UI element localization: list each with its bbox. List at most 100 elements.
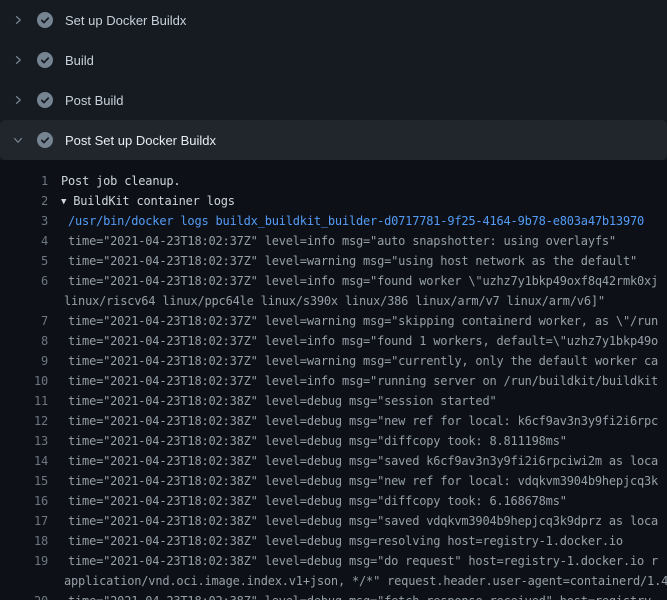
log-line-text: time="2021-04-23T18:02:38Z" level=debug … — [48, 451, 667, 471]
step-row[interactable]: Post Build — [0, 80, 667, 120]
log-line: 16 time="2021-04-23T18:02:38Z" level=deb… — [0, 491, 667, 511]
log-line-text: time="2021-04-23T18:02:37Z" level=warnin… — [48, 251, 667, 271]
log-line-number[interactable]: 1 — [0, 171, 48, 191]
log-line-number[interactable]: 13 — [0, 431, 48, 451]
log-line-text: time="2021-04-23T18:02:38Z" level=debug … — [48, 431, 667, 451]
log-line-content: time="2021-04-23T18:02:38Z" level=debug … — [68, 454, 658, 468]
log-line-text: Post job cleanup. — [48, 171, 667, 191]
log-line-text: time="2021-04-23T18:02:37Z" level=info m… — [48, 331, 667, 351]
log-line: 15 time="2021-04-23T18:02:38Z" level=deb… — [0, 471, 667, 491]
log-line: 10 time="2021-04-23T18:02:37Z" level=inf… — [0, 371, 667, 391]
log-line-number[interactable]: 4 — [0, 231, 48, 251]
log-line-number[interactable]: 20 — [0, 591, 48, 600]
log-line-number[interactable]: 7 — [0, 311, 48, 331]
step-title: Build — [65, 53, 94, 68]
log-line-content: time="2021-04-23T18:02:37Z" level=info m… — [68, 234, 616, 248]
log-line-number[interactable]: 19 — [0, 551, 48, 571]
log-line: 3 /usr/bin/docker logs buildx_buildkit_b… — [0, 211, 667, 231]
log-line-text: time="2021-04-23T18:02:38Z" level=debug … — [48, 411, 667, 431]
log-line-text: /usr/bin/docker logs buildx_buildkit_bui… — [48, 211, 667, 231]
check-circle-icon — [37, 132, 53, 148]
log-line-text: time="2021-04-23T18:02:38Z" level=debug … — [48, 531, 667, 551]
log-line-text: time="2021-04-23T18:02:37Z" level=warnin… — [48, 351, 667, 371]
log-line-content: time="2021-04-23T18:02:38Z" level=debug … — [68, 594, 658, 600]
log-line-text: time="2021-04-23T18:02:38Z" level=debug … — [48, 471, 667, 491]
log-line-text: time="2021-04-23T18:02:37Z" level=info m… — [48, 231, 667, 251]
log-line: 6 time="2021-04-23T18:02:37Z" level=info… — [0, 271, 667, 291]
log-line-number[interactable]: 6 — [0, 271, 48, 291]
check-circle-icon — [37, 12, 53, 28]
log-line: 13 time="2021-04-23T18:02:38Z" level=deb… — [0, 431, 667, 451]
log-line-number[interactable]: 2 — [0, 191, 48, 211]
log-line-text: ▼BuildKit container logs — [48, 191, 667, 211]
log-line-text: time="2021-04-23T18:02:38Z" level=debug … — [48, 391, 667, 411]
step-row[interactable]: Post Set up Docker Buildx — [0, 120, 667, 160]
log-line: 8 time="2021-04-23T18:02:37Z" level=info… — [0, 331, 667, 351]
log-line: 2 ▼BuildKit container logs — [0, 191, 667, 211]
log-line-content: time="2021-04-23T18:02:37Z" level=warnin… — [68, 254, 637, 268]
step-list: Set up Docker Buildx Build P — [0, 0, 667, 160]
actions-log-viewer: Set up Docker Buildx Build P — [0, 0, 667, 600]
step-title: Set up Docker Buildx — [65, 13, 186, 28]
log-line: 9 time="2021-04-23T18:02:37Z" level=warn… — [0, 351, 667, 371]
step-title: Post Build — [65, 93, 124, 108]
log-line-content: time="2021-04-23T18:02:37Z" level=info m… — [68, 334, 658, 348]
step-row[interactable]: Build — [0, 40, 667, 80]
log-line-content: time="2021-04-23T18:02:38Z" level=debug … — [68, 534, 623, 548]
log-line-content: time="2021-04-23T18:02:38Z" level=debug … — [68, 514, 658, 528]
log-line: 20 time="2021-04-23T18:02:38Z" level=deb… — [0, 591, 667, 600]
log-line: application/vnd.oci.image.index.v1+json,… — [0, 571, 667, 591]
log-area: 1 Post job cleanup. 2 ▼BuildKit containe… — [0, 160, 667, 600]
chevron-right-icon[interactable] — [12, 94, 24, 106]
log-line-number[interactable]: 17 — [0, 511, 48, 531]
log-line: 12 time="2021-04-23T18:02:38Z" level=deb… — [0, 411, 667, 431]
log-line-content: application/vnd.oci.image.index.v1+json,… — [64, 574, 667, 588]
log-line: 17 time="2021-04-23T18:02:38Z" level=deb… — [0, 511, 667, 531]
log-line-number[interactable] — [0, 291, 48, 311]
log-line-content: time="2021-04-23T18:02:38Z" level=debug … — [68, 434, 567, 448]
log-line-text: time="2021-04-23T18:02:37Z" level=info m… — [48, 371, 667, 391]
log-line: linux/riscv64 linux/ppc64le linux/s390x … — [0, 291, 667, 311]
log-line-number[interactable]: 9 — [0, 351, 48, 371]
check-circle-icon — [37, 52, 53, 68]
log-line-number[interactable]: 8 — [0, 331, 48, 351]
log-line-number[interactable]: 16 — [0, 491, 48, 511]
log-line-content: time="2021-04-23T18:02:37Z" level=warnin… — [68, 314, 658, 328]
log-line-number[interactable]: 12 — [0, 411, 48, 431]
log-line-number[interactable]: 18 — [0, 531, 48, 551]
log-line: 19 time="2021-04-23T18:02:38Z" level=deb… — [0, 551, 667, 571]
log-line-content: linux/riscv64 linux/ppc64le linux/s390x … — [64, 294, 605, 308]
log-line-number[interactable]: 14 — [0, 451, 48, 471]
log-line: 14 time="2021-04-23T18:02:38Z" level=deb… — [0, 451, 667, 471]
log-line: 5 time="2021-04-23T18:02:37Z" level=warn… — [0, 251, 667, 271]
log-line-number[interactable]: 10 — [0, 371, 48, 391]
log-line-content: /usr/bin/docker logs buildx_buildkit_bui… — [68, 214, 644, 228]
log-line-number[interactable] — [0, 571, 48, 591]
chevron-down-icon[interactable] — [12, 134, 24, 146]
log-line-text: application/vnd.oci.image.index.v1+json,… — [48, 571, 667, 591]
log-line-content: time="2021-04-23T18:02:37Z" level=info m… — [68, 274, 658, 288]
log-line-text: time="2021-04-23T18:02:38Z" level=debug … — [48, 551, 667, 571]
log-line-number[interactable]: 3 — [0, 211, 48, 231]
log-line-text: time="2021-04-23T18:02:37Z" level=info m… — [48, 271, 667, 291]
step-row[interactable]: Set up Docker Buildx — [0, 0, 667, 40]
log-line-number[interactable]: 11 — [0, 391, 48, 411]
chevron-right-icon[interactable] — [12, 14, 24, 26]
log-line-content: time="2021-04-23T18:02:38Z" level=debug … — [68, 394, 497, 408]
log-line-content: time="2021-04-23T18:02:38Z" level=debug … — [68, 554, 658, 568]
log-line-text: time="2021-04-23T18:02:38Z" level=debug … — [48, 511, 667, 531]
log-line-content: time="2021-04-23T18:02:38Z" level=debug … — [68, 414, 658, 428]
log-line-content: Post job cleanup. — [61, 174, 180, 188]
step-title: Post Set up Docker Buildx — [65, 133, 216, 148]
log-line-number[interactable]: 15 — [0, 471, 48, 491]
log-line: 4 time="2021-04-23T18:02:37Z" level=info… — [0, 231, 667, 251]
log-line-text: time="2021-04-23T18:02:38Z" level=debug … — [48, 491, 667, 511]
group-toggle-icon[interactable]: ▼ — [61, 197, 66, 207]
chevron-right-icon[interactable] — [12, 54, 24, 66]
log-line-text: time="2021-04-23T18:02:37Z" level=warnin… — [48, 311, 667, 331]
log-line-content: time="2021-04-23T18:02:37Z" level=warnin… — [68, 354, 658, 368]
log-line-number[interactable]: 5 — [0, 251, 48, 271]
log-line-content: time="2021-04-23T18:02:38Z" level=debug … — [68, 474, 658, 488]
log-line-text: time="2021-04-23T18:02:38Z" level=debug … — [48, 591, 667, 600]
log-line: 18 time="2021-04-23T18:02:38Z" level=deb… — [0, 531, 667, 551]
